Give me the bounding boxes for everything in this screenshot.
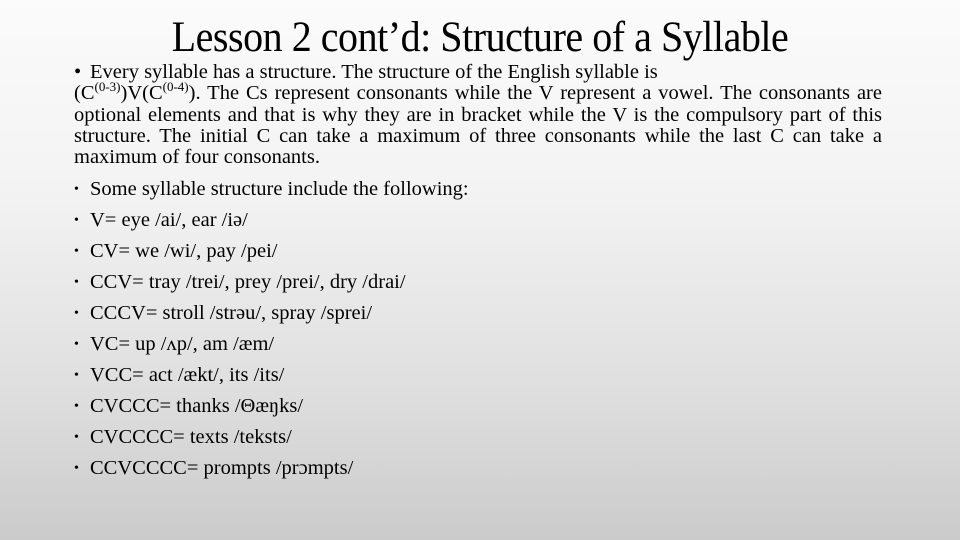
- list-item-text: CVCCC= thanks /Θæŋks/: [90, 395, 304, 417]
- syllable-structure-list: • Some syllable structure include the fol…: [74, 174, 882, 484]
- list-item-text: CCCV= stroll /strəu/, spray /sprei/: [90, 302, 373, 324]
- slide-title: Lesson 2 cont’d: Structure of a Syllable: [171, 14, 789, 61]
- bullet-icon: •: [74, 61, 82, 83]
- formula-part: (C: [74, 82, 95, 104]
- bullet-icon: •: [74, 213, 79, 228]
- bullet-icon: •: [74, 306, 79, 321]
- bullet-icon: •: [74, 244, 79, 259]
- slide-body: • Every syllable has a structure. The str…: [74, 62, 882, 484]
- intro-first-line: • Every syllable has a structure. The str…: [74, 62, 882, 83]
- list-item: • CCVCCCC= prompts /prɔmpts/: [74, 453, 882, 484]
- list-item: • CVCCC= thanks /Θæŋks/: [74, 391, 882, 422]
- syllable-formula: (C(0-3))V(C(0-4)).: [74, 79, 201, 104]
- list-item-text: CCV= tray /trei/, prey /prei/, dry /drai…: [90, 271, 406, 293]
- bullet-icon: •: [74, 399, 79, 414]
- bullet-icon: •: [74, 430, 79, 445]
- list-item-text: Some syllable structure include the foll…: [90, 178, 469, 200]
- list-item: • Some syllable structure include the fol…: [74, 174, 882, 205]
- list-item: • CCV= tray /trei/, prey /prei/, dry /dra…: [74, 267, 882, 298]
- list-item: • CVCCCC= texts /teksts/: [74, 422, 882, 453]
- list-item-text: VCC= act /ækt/, its /its/: [90, 364, 285, 386]
- list-item: • CCCV= stroll /strəu/, spray /sprei/: [74, 298, 882, 329]
- list-item-text: VC= up /ʌp/, am /æm/: [90, 333, 275, 355]
- formula-superscript-coda: (0-4): [162, 79, 189, 94]
- slide: Lesson 2 cont’d: Structure of a Syllable…: [0, 0, 960, 540]
- list-item: • CV= we /wi/, pay /pei/: [74, 236, 882, 267]
- list-item-text: CCVCCCC= prompts /prɔmpts/: [90, 457, 354, 479]
- bullet-icon: •: [74, 275, 79, 290]
- formula-part: ).: [188, 82, 201, 104]
- list-item-text: V= eye /ai/, ear /iə/: [90, 209, 248, 231]
- intro-paragraph: • Every syllable has a structure. The str…: [74, 62, 882, 168]
- list-item: • VCC= act /ækt/, its /its/: [74, 360, 882, 391]
- formula-part: )V(C: [120, 82, 163, 104]
- bullet-icon: •: [74, 337, 79, 352]
- list-item-text: CVCCCC= texts /teksts/: [90, 426, 292, 448]
- intro-body: (C(0-3))V(C(0-4)). The Cs represent cons…: [74, 79, 882, 168]
- bullet-icon: •: [74, 182, 79, 197]
- list-item: • VC= up /ʌp/, am /æm/: [74, 329, 882, 360]
- list-item-text: CV= we /wi/, pay /pei/: [90, 240, 278, 262]
- formula-superscript-onset: (0-3): [94, 79, 121, 94]
- bullet-icon: •: [74, 461, 79, 476]
- list-item: • V= eye /ai/, ear /iə/: [74, 205, 882, 236]
- bullet-icon: •: [74, 368, 79, 383]
